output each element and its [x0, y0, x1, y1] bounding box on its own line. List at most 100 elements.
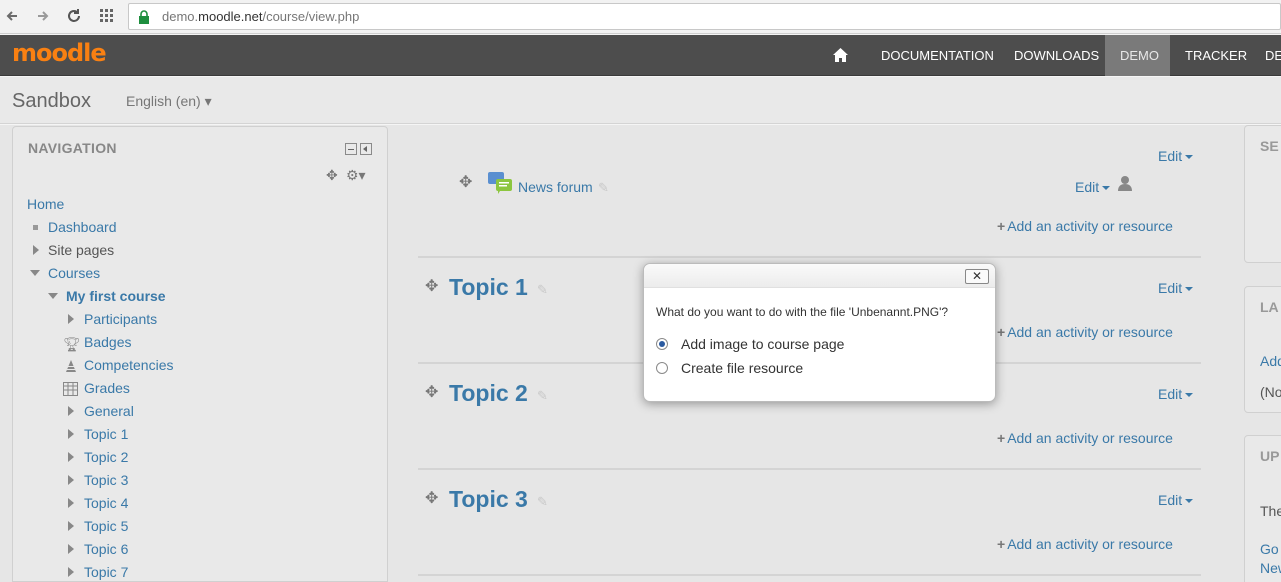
language-menu[interactable]: English (en) ▾ [126, 93, 212, 110]
move-icon[interactable]: ✥ [459, 175, 472, 191]
section-divider [418, 574, 1201, 576]
bullet-icon [33, 225, 38, 230]
grades-icon [63, 382, 78, 396]
edit-title-icon[interactable]: ✎ [537, 388, 548, 404]
nav-topic-5[interactable]: Topic 5 [84, 518, 128, 534]
no-news-text: (No [1260, 384, 1281, 400]
topic-2-title[interactable]: Topic 2 [449, 380, 528, 407]
section-edit-menu[interactable]: Edit [1158, 492, 1194, 508]
gear-icon[interactable]: ⚙▾ [346, 167, 366, 183]
create-resource-radio[interactable] [656, 362, 668, 374]
expand-icon[interactable] [68, 475, 74, 485]
reload-icon[interactable] [64, 6, 84, 26]
section-edit-menu[interactable]: Edit [1158, 280, 1194, 296]
back-icon[interactable] [3, 6, 23, 26]
url-text: demo.moodle.net/course/view.php [162, 9, 360, 24]
add-activity-link[interactable]: + Add an activity or resource [997, 430, 1173, 446]
activity-edit-menu[interactable]: Edit [1075, 179, 1111, 195]
nav-dev[interactable]: DE [1250, 35, 1281, 76]
expand-icon[interactable] [68, 521, 74, 531]
dock-icon[interactable] [345, 143, 357, 155]
topic-3-title[interactable]: Topic 3 [449, 486, 528, 513]
move-icon[interactable]: ✥ [425, 279, 438, 295]
add-activity-link[interactable]: + Add an activity or resource [997, 536, 1173, 552]
address-bar[interactable]: demo.moodle.net/course/view.php [128, 3, 1281, 30]
block-title: SE [1260, 138, 1279, 154]
trophy-icon: 🏆︎ [63, 336, 81, 352]
edit-title-icon[interactable]: ✎ [537, 282, 548, 298]
section-edit-menu[interactable]: Edit [1158, 148, 1194, 164]
add-news-link[interactable]: Add [1260, 353, 1281, 369]
nav-topic-4[interactable]: Topic 4 [84, 495, 128, 511]
block-title: UP [1260, 448, 1280, 464]
moodle-logo[interactable]: moodle [12, 39, 107, 67]
expand-icon[interactable] [68, 314, 74, 324]
nav-dashboard[interactable]: Dashboard [48, 219, 117, 235]
site-navbar: moodle DOCUMENTATION DOWNLOADS DEMO TRAC… [0, 35, 1281, 76]
nav-site-pages[interactable]: Site pages [48, 242, 114, 258]
nav-grades[interactable]: Grades [84, 380, 130, 396]
collapse-tree-icon[interactable] [48, 293, 58, 299]
section-edit-menu[interactable]: Edit [1158, 386, 1194, 402]
collapse-icon[interactable] [360, 143, 372, 155]
file-drop-dialog: ✕ What do you want to do with the file '… [643, 263, 996, 402]
add-activity-link[interactable]: + Add an activity or resource [997, 218, 1173, 234]
news-forum-link[interactable]: News forum [518, 179, 593, 195]
close-button[interactable]: ✕ [965, 269, 989, 284]
topic-1-title[interactable]: Topic 1 [449, 274, 528, 301]
lock-icon [139, 10, 149, 24]
block-title: LA [1260, 299, 1279, 315]
apps-icon[interactable] [97, 6, 117, 26]
nav-topic-7[interactable]: Topic 7 [84, 564, 128, 580]
nav-downloads[interactable]: DOWNLOADS [999, 35, 1114, 76]
home-icon[interactable] [832, 47, 849, 63]
nav-competencies[interactable]: Competencies [84, 357, 174, 373]
expand-icon[interactable] [68, 544, 74, 554]
nav-participants[interactable]: Participants [84, 311, 157, 327]
new-event-link[interactable]: New [1260, 560, 1281, 576]
nav-home[interactable]: Home [27, 196, 64, 212]
page-header: Sandbox English (en) ▾ [0, 77, 1281, 124]
dialog-question: What do you want to do with the file 'Un… [656, 305, 949, 319]
nav-courses[interactable]: Courses [48, 265, 100, 281]
forward-icon[interactable] [32, 6, 52, 26]
expand-icon[interactable] [68, 498, 74, 508]
add-activity-link[interactable]: + Add an activity or resource [997, 324, 1173, 340]
forum-icon [488, 172, 512, 194]
nav-topic-1[interactable]: Topic 1 [84, 426, 128, 442]
nav-documentation[interactable]: DOCUMENTATION [866, 35, 1009, 76]
nav-topic-6[interactable]: Topic 6 [84, 541, 128, 557]
collapse-tree-icon[interactable] [30, 270, 40, 276]
calendar-link[interactable]: Go [1260, 541, 1279, 557]
move-icon[interactable]: ✥ [425, 491, 438, 507]
competencies-icon [66, 360, 76, 372]
section-divider [418, 256, 1201, 258]
expand-icon[interactable] [33, 245, 39, 255]
create-resource-label[interactable]: Create file resource [681, 360, 803, 376]
navigation-block: NAVIGATION ✥ ⚙▾ Home Dashboard Site page… [12, 126, 388, 582]
add-image-radio[interactable] [656, 338, 668, 350]
expand-icon[interactable] [68, 567, 74, 577]
move-icon[interactable]: ✥ [425, 385, 438, 401]
dialog-header: ✕ [644, 264, 995, 288]
user-icon[interactable] [1117, 175, 1133, 191]
expand-icon[interactable] [68, 406, 74, 416]
site-name[interactable]: Sandbox [12, 90, 91, 113]
nav-my-first-course[interactable]: My first course [66, 288, 166, 304]
search-block: SE [1244, 125, 1281, 263]
nav-badges[interactable]: Badges [84, 334, 131, 350]
edit-title-icon[interactable]: ✎ [537, 494, 548, 510]
latest-news-block: LA Add (No [1244, 286, 1281, 413]
nav-tracker[interactable]: TRACKER [1170, 35, 1262, 76]
nav-demo[interactable]: DEMO [1105, 35, 1170, 76]
expand-icon[interactable] [68, 452, 74, 462]
nav-topic-3[interactable]: Topic 3 [84, 472, 128, 488]
block-title: NAVIGATION [28, 140, 117, 156]
add-image-label[interactable]: Add image to course page [681, 336, 844, 352]
upcoming-events-block: UP The Go New [1244, 435, 1281, 582]
nav-general[interactable]: General [84, 403, 134, 419]
edit-title-icon[interactable]: ✎ [598, 180, 609, 196]
move-icon[interactable]: ✥ [326, 167, 338, 183]
expand-icon[interactable] [68, 429, 74, 439]
nav-topic-2[interactable]: Topic 2 [84, 449, 128, 465]
